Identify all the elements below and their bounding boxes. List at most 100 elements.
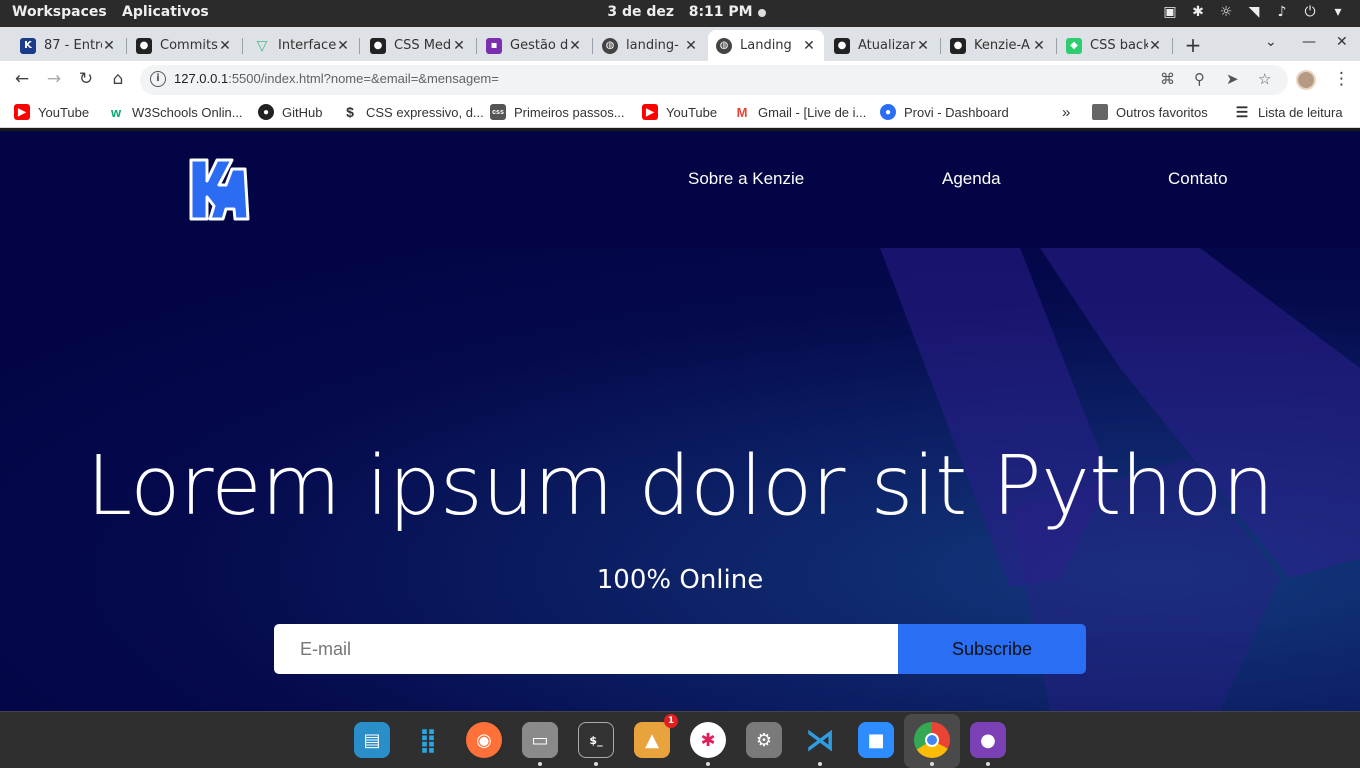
- settings-icon[interactable]: ⚙: [746, 722, 782, 758]
- other-bookmarks-folder[interactable]: Outros favoritos: [1092, 104, 1208, 120]
- profile-avatar[interactable]: [1296, 70, 1316, 90]
- chrome-icon[interactable]: [914, 722, 950, 758]
- browser-tab[interactable]: ● Atualizar ✕: [826, 30, 938, 61]
- tab-title: Interface: [278, 38, 336, 53]
- software-center-badge: 1: [664, 714, 678, 728]
- bookmark-w3schools[interactable]: w W3Schools Onlin...: [108, 104, 243, 120]
- applications-button[interactable]: Aplicativos: [122, 4, 209, 20]
- bookmark-label: YouTube: [38, 104, 90, 120]
- system-tray[interactable]: ▣ ✱ ☼ ◥ ♪ ⏻ ▾: [1162, 4, 1346, 20]
- slack-tray-icon[interactable]: ✱: [1190, 4, 1206, 20]
- browser-tab[interactable]: ● Commits ✕: [128, 30, 240, 61]
- brightness-icon[interactable]: ☼: [1218, 4, 1234, 20]
- site-info-icon[interactable]: i: [150, 71, 166, 87]
- nav-link-agenda[interactable]: Agenda: [942, 169, 1001, 189]
- send-icon[interactable]: ➤: [1226, 70, 1239, 88]
- bookmark-label: GitHub: [282, 104, 323, 120]
- home-icon[interactable]: ⌂: [108, 69, 128, 89]
- app-grid-icon[interactable]: ⣿: [410, 722, 446, 758]
- close-icon[interactable]: ✕: [568, 38, 582, 54]
- close-icon[interactable]: ✕: [1032, 38, 1046, 54]
- forward-arrow-icon[interactable]: →: [44, 69, 64, 89]
- bookmark-label: YouTube: [666, 104, 718, 120]
- browser-tab[interactable]: ▪ Gestão d ✕: [478, 30, 590, 61]
- github-desktop-icon[interactable]: ●: [970, 722, 1006, 758]
- email-input[interactable]: [274, 624, 898, 674]
- bookmark-youtube-2[interactable]: ▶ YouTube: [642, 104, 717, 120]
- browser-tab[interactable]: ◆ CSS back ✕: [1058, 30, 1170, 61]
- close-icon[interactable]: ✕: [336, 38, 350, 54]
- browser-tab[interactable]: ● Kenzie-A ✕: [942, 30, 1054, 61]
- nav-link-contact[interactable]: Contato: [1168, 169, 1228, 189]
- landing-page: Sobre a Kenzie Agenda Contato Lorem ipsu…: [0, 131, 1360, 711]
- bookmark-label: CSS expressivo, d...: [366, 104, 484, 120]
- browser-tab[interactable]: ◍ landing- ✕: [594, 30, 706, 61]
- wifi-icon[interactable]: ◥: [1246, 4, 1262, 20]
- firefox-icon[interactable]: ◉: [466, 722, 502, 758]
- zoom-icon[interactable]: ■: [858, 722, 894, 758]
- github-icon: ●: [950, 37, 966, 54]
- kenzie-logo[interactable]: [188, 157, 250, 223]
- nav-link-about[interactable]: Sobre a Kenzie: [688, 169, 804, 189]
- url-text[interactable]: 127.0.0.1:5500/index.html?nome=&email=&m…: [174, 71, 499, 86]
- workspaces-icon[interactable]: ▤: [354, 722, 390, 758]
- bookmark-label: Provi - Dashboard: [904, 104, 1009, 120]
- power-icon[interactable]: ⏻: [1302, 4, 1318, 20]
- new-tab-button[interactable]: +: [1183, 33, 1203, 57]
- workspaces-button[interactable]: Workspaces: [12, 4, 107, 20]
- dock: ▤ ⣿ ◉ ▭ $_ ▲ 1 ✱ ⚙ ⋊ ■ ●: [0, 711, 1360, 768]
- tab-title: Commits: [160, 38, 218, 53]
- subscribe-button[interactable]: Subscribe: [898, 624, 1086, 674]
- close-icon[interactable]: ✕: [102, 38, 116, 54]
- files-icon[interactable]: ▭: [522, 722, 558, 758]
- clock-date[interactable]: 3 de dez: [607, 4, 674, 20]
- tab-title: CSS Medi: [394, 38, 452, 53]
- close-icon[interactable]: ✕: [218, 38, 232, 54]
- gmail-icon: M: [736, 104, 748, 120]
- terminal-icon[interactable]: $_: [578, 722, 614, 758]
- browser-tab-active[interactable]: ◍ Landing ✕: [708, 30, 824, 61]
- bookmark-primeiros-passos[interactable]: css Primeiros passos...: [490, 104, 625, 120]
- bookmarks-overflow-button[interactable]: »: [1062, 104, 1070, 121]
- bookmarks-bar: ▶ YouTube w W3Schools Onlin... ● GitHub $ CS…: [0, 98, 1360, 128]
- tab-strip: K 87 - Entre ✕ ● Commits ✕ ▽ Interface ✕…: [0, 27, 1360, 61]
- vscode-icon[interactable]: ⋊: [802, 722, 838, 758]
- volume-icon[interactable]: ♪: [1274, 4, 1290, 20]
- css-icon: css: [490, 104, 506, 120]
- youtube-icon: ▶: [642, 104, 658, 120]
- close-icon[interactable]: ✕: [802, 38, 816, 54]
- bookmark-provi[interactable]: ● Provi - Dashboard: [880, 104, 1009, 120]
- bookmark-star-icon[interactable]: ☆: [1258, 70, 1271, 88]
- screen-share-icon[interactable]: ▣: [1162, 4, 1178, 20]
- close-icon[interactable]: ✕: [1148, 38, 1162, 54]
- close-window-icon[interactable]: ✕: [1336, 34, 1348, 50]
- software-center-icon[interactable]: ▲: [634, 722, 670, 758]
- url-host: 127.0.0.1: [174, 71, 229, 86]
- bookmark-css-expressivo[interactable]: $ CSS expressivo, d...: [342, 104, 484, 120]
- reading-list-button[interactable]: ☰ Lista de leitura: [1234, 104, 1343, 120]
- clock-time[interactable]: 8:11 PM: [689, 4, 753, 20]
- address-bar[interactable]: i 127.0.0.1:5500/index.html?nome=&email=…: [140, 65, 1288, 95]
- kebab-menu-icon[interactable]: ⋮: [1333, 69, 1350, 89]
- close-icon[interactable]: ✕: [452, 38, 466, 54]
- close-icon[interactable]: ✕: [916, 38, 930, 54]
- minimize-icon[interactable]: —: [1302, 34, 1316, 50]
- bookmark-gmail[interactable]: M Gmail - [Live de i...: [734, 104, 867, 120]
- back-arrow-icon[interactable]: ←: [12, 69, 32, 89]
- bookmark-youtube[interactable]: ▶ YouTube: [14, 104, 89, 120]
- close-icon[interactable]: ✕: [684, 38, 698, 54]
- browser-tab[interactable]: ▽ Interface ✕: [246, 30, 358, 61]
- translate-icon[interactable]: ⌘: [1160, 70, 1175, 88]
- github-icon: ●: [258, 104, 274, 120]
- browser-tab[interactable]: K 87 - Entre ✕: [12, 30, 124, 61]
- globe-icon: ◍: [602, 37, 618, 54]
- slack-icon[interactable]: ✱: [690, 722, 726, 758]
- subscribe-form: Subscribe: [274, 624, 1086, 674]
- chevron-down-icon[interactable]: ▾: [1330, 4, 1346, 20]
- zoom-icon[interactable]: ⚲: [1194, 70, 1205, 88]
- tab-search-chevron-icon[interactable]: ⌄: [1265, 34, 1277, 50]
- browser-toolbar: ← → ↻ ⌂ i 127.0.0.1:5500/index.html?nome…: [0, 61, 1360, 98]
- reload-icon[interactable]: ↻: [76, 69, 96, 89]
- bookmark-github[interactable]: ● GitHub: [258, 104, 322, 120]
- browser-tab[interactable]: ● CSS Medi ✕: [362, 30, 474, 61]
